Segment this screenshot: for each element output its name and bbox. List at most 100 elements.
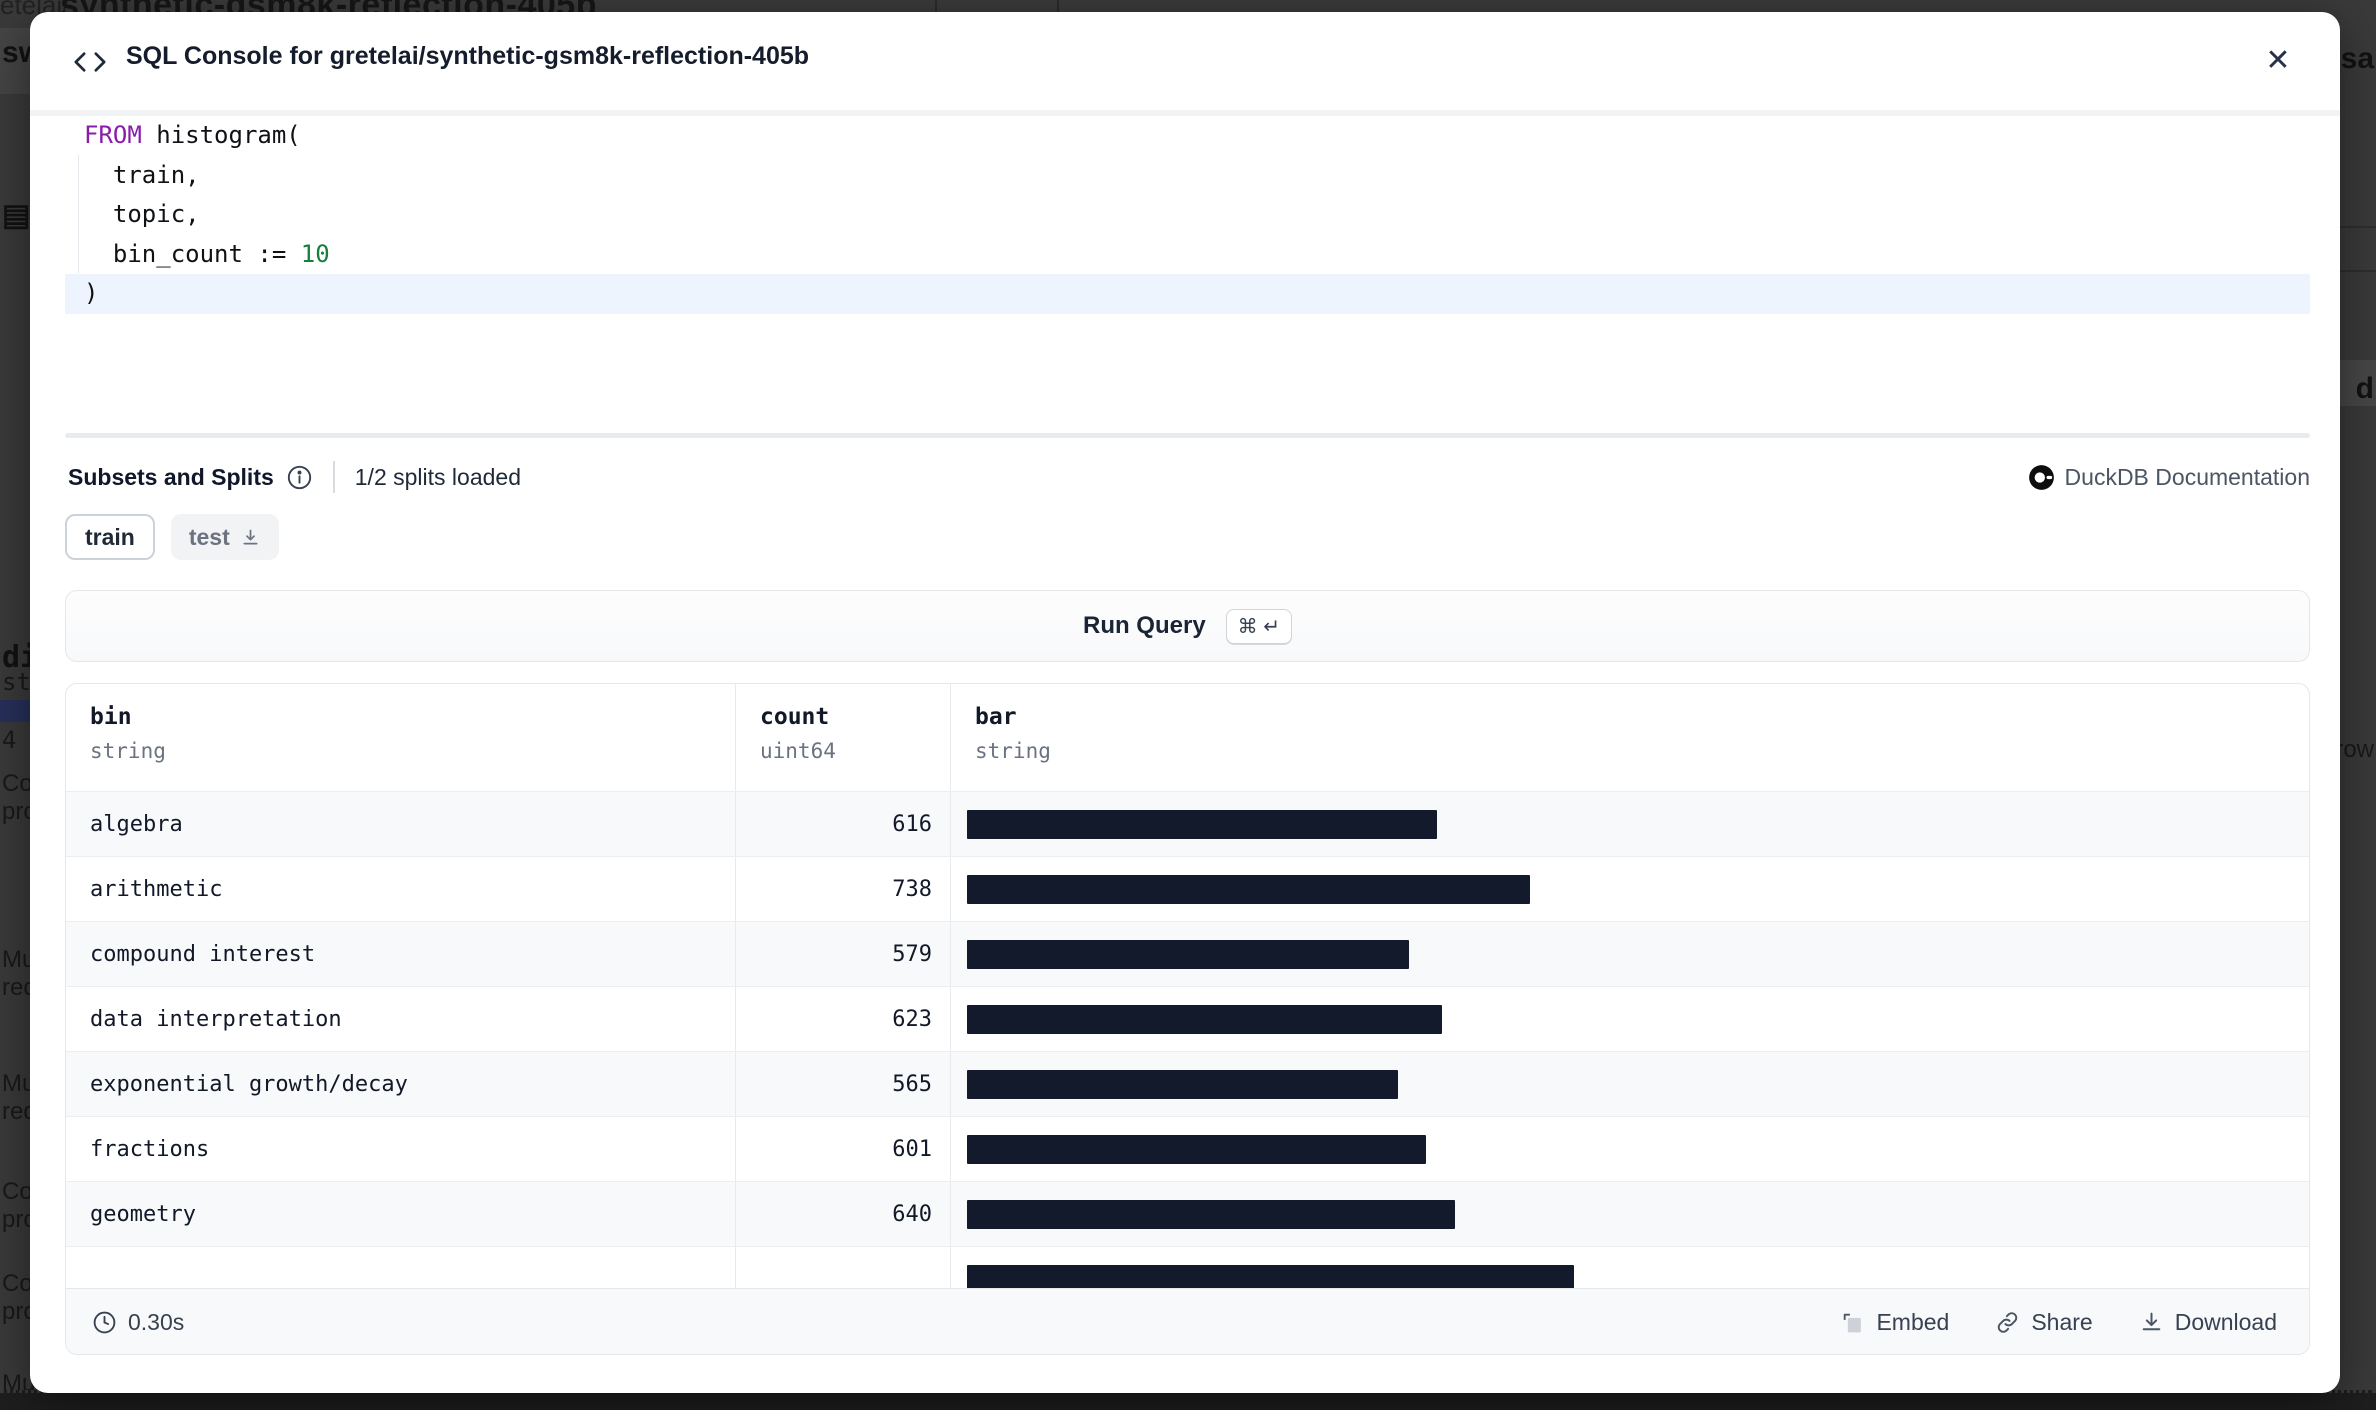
embed-label: Embed (1876, 1309, 1949, 1336)
download-button[interactable]: Download (2139, 1309, 2277, 1336)
share-button[interactable]: Share (1995, 1309, 2092, 1336)
histogram-bar (967, 1265, 1574, 1289)
cell-count: 640 (736, 1182, 951, 1246)
split-button-test[interactable]: test (171, 514, 279, 560)
clock-icon (92, 1310, 117, 1335)
backdrop-selected-row-band (0, 700, 30, 722)
cell-bin: arithmetic (66, 857, 736, 921)
sql-text: histogram( (142, 121, 301, 149)
download-icon (2139, 1310, 2164, 1335)
code-line: bin_count := 10 (65, 235, 2310, 275)
cell-bin: data interpretation (66, 987, 736, 1051)
histogram-bar (967, 1135, 1426, 1164)
cell-bar (951, 1052, 2309, 1116)
results-footer: 0.30s Embed S (66, 1288, 2309, 1355)
table-row[interactable]: data interpretation623 (66, 986, 2309, 1051)
keyboard-shortcut-badge: ⌘ ↵ (1226, 609, 1292, 644)
table-row[interactable]: compound interest579 (66, 921, 2309, 986)
column-name: count (760, 704, 950, 730)
cell-bar (951, 792, 2309, 856)
modal-header: SQL Console for gretelai/synthetic-gsm8k… (30, 12, 2340, 110)
split-button-train[interactable]: train (65, 514, 155, 560)
table-row[interactable]: fractions601 (66, 1116, 2309, 1181)
cell-bar (951, 1117, 2309, 1181)
embed-icon (1840, 1310, 1865, 1335)
sql-keyword: FROM (84, 121, 142, 149)
table-header-row: binstring count uint64 bar string (66, 684, 2309, 791)
sql-text: ) (84, 279, 98, 307)
cell-bar (951, 857, 2309, 921)
run-query-button[interactable]: Run Query ⌘ ↵ (65, 590, 2310, 662)
code-line: ) (65, 274, 2310, 314)
share-label: Share (2031, 1309, 2092, 1336)
cell-bar (951, 922, 2309, 986)
table-rows-viewport[interactable]: algebra616arithmetic738compound interest… (66, 791, 2309, 1288)
column-name: bin (90, 704, 735, 730)
cell-bin: algebra (66, 792, 736, 856)
sql-text: topic, (84, 200, 200, 228)
modal-title: SQL Console for gretelai/synthetic-gsm8k… (126, 42, 809, 71)
close-icon[interactable]: ✕ (2256, 38, 2300, 82)
subsets-heading: Subsets and Splits (68, 464, 274, 491)
cell-bar (951, 1182, 2309, 1246)
subsets-and-splits-row: Subsets and Splits 1/2 splits loaded Duc… (65, 455, 2310, 499)
cell-bin: fractions (66, 1117, 736, 1181)
cell-bin (66, 1247, 736, 1288)
sql-editor[interactable]: FROM histogram( train, topic, bin_count … (65, 116, 2310, 428)
query-results-panel: binstring count uint64 bar string algebra616… (65, 683, 2310, 1355)
histogram-bar (967, 875, 1530, 904)
screen: etelai/ synthetic-gsm8k-reflection-405b … (0, 0, 2376, 1410)
info-icon[interactable] (286, 464, 313, 491)
histogram-bar (967, 940, 1409, 969)
embed-button[interactable]: Embed (1840, 1309, 1949, 1336)
histogram-bar (967, 810, 1437, 839)
duckdb-documentation-link[interactable]: DuckDB Documentation (2028, 464, 2310, 491)
share-link-icon (1995, 1310, 2020, 1335)
query-duration-value: 0.30s (128, 1309, 184, 1336)
table-row[interactable]: geometry640 (66, 1181, 2309, 1246)
cell-bar (951, 987, 2309, 1051)
backdrop-fragment: row (2335, 736, 2374, 764)
column-header-count: count uint64 (736, 684, 951, 791)
cell-count: 616 (736, 792, 951, 856)
results-actions: Embed Share Download (1840, 1309, 2277, 1336)
cell-bin: compound interest (66, 922, 736, 986)
download-label: Download (2175, 1309, 2277, 1336)
table-row[interactable]: algebra616 (66, 791, 2309, 856)
cell-count: 579 (736, 922, 951, 986)
table-row[interactable] (66, 1246, 2309, 1288)
duckdb-logo-icon (2028, 464, 2055, 491)
table-row[interactable]: exponential growth/decay565 (66, 1051, 2309, 1116)
column-header-bin: binstring (66, 684, 736, 791)
histogram-bar (967, 1200, 1455, 1229)
histogram-bar (967, 1005, 1442, 1034)
run-query-label: Run Query (1083, 612, 1206, 640)
cell-bin: geometry (66, 1182, 736, 1246)
backdrop-fragment: d (2356, 372, 2374, 406)
sql-number: 10 (301, 240, 330, 268)
sql-text: bin_count := (84, 240, 301, 268)
indent-guide (78, 155, 79, 273)
column-type: string (975, 739, 2309, 763)
code-line: train, (65, 156, 2310, 196)
cell-bin: exponential growth/decay (66, 1052, 736, 1116)
column-type: uint64 (760, 739, 950, 763)
split-buttons-row: train test (65, 514, 279, 560)
cell-count: 738 (736, 857, 951, 921)
download-icon (240, 527, 261, 548)
sql-console-modal: SQL Console for gretelai/synthetic-gsm8k… (30, 12, 2340, 1393)
cell-count: 601 (736, 1117, 951, 1181)
column-header-bar: bar string (951, 684, 2309, 791)
code-icon (70, 42, 110, 82)
splits-loaded-status: 1/2 splits loaded (355, 464, 521, 491)
sql-text: train, (84, 161, 200, 189)
backdrop-bottom-strip (0, 1390, 2376, 1410)
table-row[interactable]: arithmetic738 (66, 856, 2309, 921)
resize-divider[interactable] (65, 433, 2310, 438)
code-line: topic, (65, 195, 2310, 235)
histogram-bar (967, 1070, 1398, 1099)
column-name: bar (975, 704, 2309, 730)
cell-count: 623 (736, 987, 951, 1051)
vertical-separator (333, 461, 335, 493)
code-line: FROM histogram( (65, 116, 2310, 156)
